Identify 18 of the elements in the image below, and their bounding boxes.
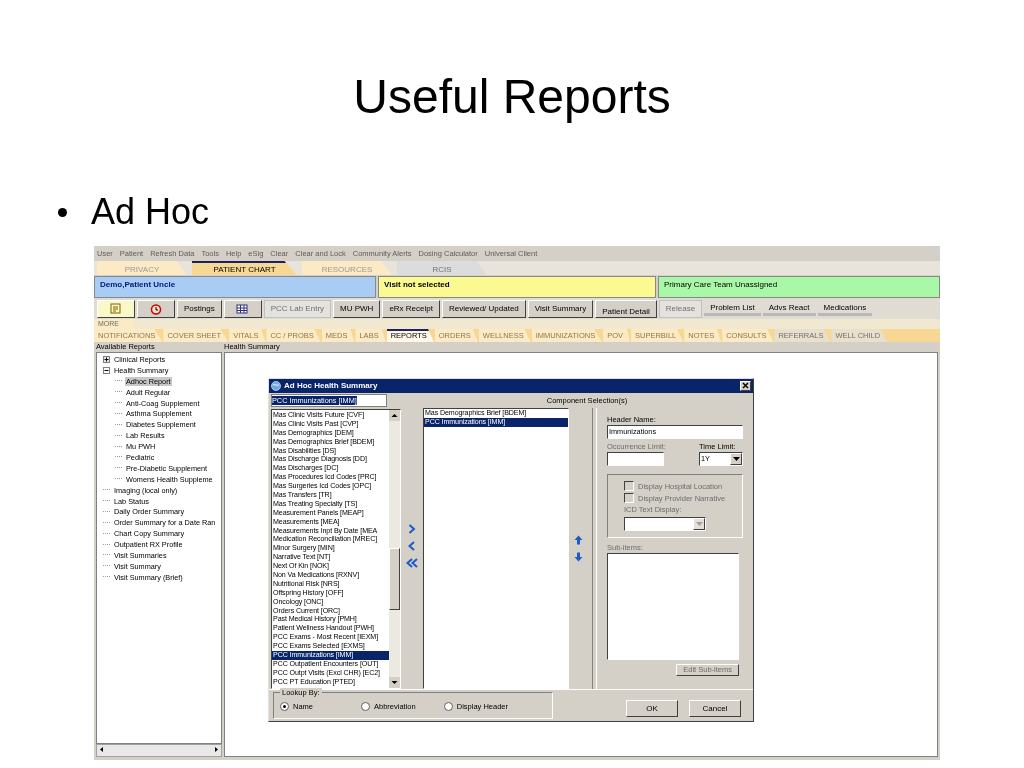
tab[interactable]: PATIENT CHART: [192, 261, 297, 275]
toolbar-button[interactable]: Postings: [177, 299, 222, 318]
bullet-text: Ad Hoc: [91, 191, 210, 233]
dialog-title: Ad Hoc Health Summary: [284, 381, 379, 391]
cancel-button[interactable]: Cancel: [689, 700, 741, 717]
toolbar-button[interactable]: Patient Detail: [595, 299, 657, 318]
banner-text: Demo,Patient Uncle: [100, 280, 176, 289]
toolbar-button[interactable]: Problem List: [704, 301, 761, 316]
banner-text: Primary Care Team Unassigned: [664, 280, 778, 289]
banner-text: Visit not selected: [384, 280, 450, 289]
toolbar-button[interactable]: Visit Summary: [527, 299, 594, 318]
toolbar-button[interactable]: MU PWH: [333, 299, 381, 318]
toolbar-button[interactable]: Medications: [817, 301, 873, 316]
toolbar-button[interactable]: Reviewed/ Updated: [441, 299, 526, 318]
toolbar-button[interactable]: Advs React: [762, 301, 816, 316]
toolbar-button[interactable]: eRx Receipt: [382, 299, 440, 318]
ok-button[interactable]: OK: [626, 700, 678, 717]
slide-title: Useful Reports: [352, 69, 672, 125]
